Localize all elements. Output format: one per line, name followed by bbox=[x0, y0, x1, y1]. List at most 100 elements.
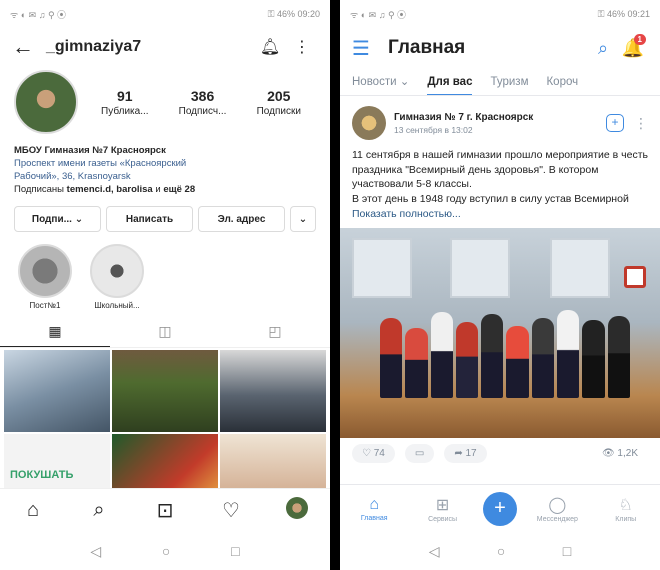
clips-icon: ♘ bbox=[618, 496, 633, 514]
system-navigation-bar: ◁ ○ □ bbox=[340, 532, 660, 570]
tab-short[interactable]: Короч bbox=[546, 68, 578, 95]
notifications-bell-icon[interactable]: 🔔 1 bbox=[618, 33, 648, 59]
photo-group-of-students bbox=[380, 308, 630, 398]
status-bar: ᯤ ◐ ✉ ♫ ⚲ ⦿ ⚿ 46% 09:21 bbox=[340, 0, 660, 28]
instagram-screen: ᯤ ◐ ✉ ♫ ⚲ ⦿ ⚿ 46% 09:20 ← _gimnaziya7 🔔︎… bbox=[0, 0, 330, 570]
feed-header: ☰ Главная ⌕ 🔔 1 bbox=[340, 28, 660, 68]
avatar[interactable] bbox=[352, 106, 386, 140]
recent-apps-icon[interactable]: □ bbox=[231, 543, 239, 559]
avatar bbox=[286, 496, 308, 519]
show-more-link[interactable]: Показать полностью... bbox=[340, 208, 660, 228]
stat-followers-label: Подписч... bbox=[178, 105, 227, 117]
highlight-cover bbox=[18, 244, 72, 298]
search-icon[interactable]: ⌕ bbox=[588, 38, 618, 59]
basketball-hoop bbox=[624, 266, 646, 288]
tab-grid-icon[interactable]: ▦ bbox=[0, 316, 110, 347]
recent-apps-icon[interactable]: □ bbox=[563, 543, 571, 559]
post-photo[interactable] bbox=[340, 228, 660, 438]
stat-following[interactable]: 205 Подписки bbox=[257, 88, 301, 117]
system-navigation-bar: ◁ ○ □ bbox=[0, 532, 330, 570]
post-author-block[interactable]: Гимназия № 7 г. Красноярск 13 сентября в… bbox=[386, 112, 606, 135]
bio-address-line-2[interactable]: Рабочий», 36, Krasnoyarsk bbox=[14, 170, 316, 183]
home-circle-icon[interactable]: ○ bbox=[497, 543, 505, 559]
profile-avatar[interactable] bbox=[14, 70, 78, 134]
heart-icon[interactable]: ♡ bbox=[211, 498, 251, 523]
posts-grid bbox=[0, 348, 330, 434]
tab-for-you[interactable]: Для вас bbox=[427, 68, 473, 95]
highlight-cover bbox=[90, 244, 144, 298]
bottom-navigation: ⌂ ⌕ ⊡ ♡ bbox=[0, 488, 330, 532]
back-triangle-icon[interactable]: ◁ bbox=[90, 543, 101, 560]
profile-stats: 91 Публика... 386 Подписч... 205 Подписк… bbox=[78, 88, 316, 117]
home-circle-icon[interactable]: ○ bbox=[162, 543, 170, 559]
tab-reels-icon[interactable]: ◫ bbox=[110, 316, 220, 347]
more-vertical-icon[interactable]: ⋮ bbox=[634, 115, 648, 132]
post-author: Гимназия № 7 г. Красноярск bbox=[394, 111, 534, 123]
nav-services-label: Сервисы bbox=[428, 515, 458, 523]
nav-home-label: Главная bbox=[360, 514, 388, 522]
bio-followed-by[interactable]: Подписаны temenci.d, barolisa и ещё 28 bbox=[14, 183, 316, 196]
screen-divider bbox=[330, 0, 340, 570]
nav-clips[interactable]: ♘ Клипы bbox=[598, 495, 654, 523]
follow-button[interactable]: Подпи... ⌄ bbox=[14, 206, 101, 232]
highlight-label: Пост№1 bbox=[29, 301, 61, 310]
bio-address-line-1[interactable]: Проспект имени газеты «Красноярский bbox=[14, 157, 316, 170]
search-icon[interactable]: ⌕ bbox=[79, 499, 119, 522]
reels-icon[interactable]: ⊡ bbox=[145, 498, 185, 523]
status-icons-right: ⚿ 46% 09:20 bbox=[267, 8, 320, 19]
profile-tab[interactable] bbox=[277, 496, 317, 525]
profile-username: _gimnaziya7 bbox=[46, 38, 142, 55]
menu-icon[interactable]: ☰ bbox=[352, 36, 382, 61]
home-icon[interactable]: ⌂ bbox=[13, 499, 53, 522]
profile-summary: 91 Публика... 386 Подписч... 205 Подписк… bbox=[0, 66, 330, 138]
comment-button[interactable]: ▭ bbox=[404, 443, 435, 463]
highlight-item[interactable]: Пост№1 bbox=[16, 244, 74, 310]
stat-following-count: 205 bbox=[267, 87, 291, 104]
post-header: Гимназия № 7 г. Красноярск 13 сентября в… bbox=[340, 96, 660, 146]
profile-bio: МБОУ Гимназия №7 Красноярск Проспект име… bbox=[0, 138, 330, 196]
photo-window bbox=[450, 238, 510, 298]
tab-tagged-icon[interactable]: ◰ bbox=[220, 316, 330, 347]
post-actions: ♡ 74 ▭ ➦ 17 👁 1,2K bbox=[340, 438, 660, 468]
feed-tabs: Новости ⌄ Для вас Туризм Короч bbox=[340, 68, 660, 96]
page-title: Главная bbox=[388, 37, 466, 58]
nav-messenger[interactable]: ◯ Мессенджер bbox=[529, 495, 585, 523]
nav-services[interactable]: ⊞ Сервисы bbox=[415, 495, 471, 523]
back-arrow-icon[interactable]: ← bbox=[12, 34, 40, 60]
subscribe-plus-icon[interactable]: + bbox=[606, 114, 624, 132]
nav-home[interactable]: ⌂ Главная bbox=[346, 496, 402, 522]
bell-icon[interactable]: 🔔︎ bbox=[254, 37, 286, 57]
photo-window bbox=[550, 238, 610, 298]
notification-badge: 1 bbox=[633, 33, 646, 45]
posts-grid-row-2: ПОКУШАТЬ bbox=[0, 434, 330, 516]
like-button[interactable]: ♡ 74 bbox=[352, 443, 395, 463]
highlight-label: Школьный... bbox=[94, 301, 140, 310]
post-caption-text: ПОКУШАТЬ bbox=[10, 469, 74, 481]
post-text: 11 сентября в нашей гимназии прошло меро… bbox=[340, 146, 660, 208]
home-icon: ⌂ bbox=[369, 495, 380, 513]
stat-posts-count: 91 bbox=[117, 87, 133, 104]
post-thumbnail[interactable] bbox=[112, 350, 218, 432]
bio-followed-prefix: Подписаны bbox=[14, 184, 65, 195]
back-triangle-icon[interactable]: ◁ bbox=[429, 543, 440, 560]
post-thumbnail[interactable] bbox=[4, 350, 110, 432]
email-button[interactable]: Эл. адрес bbox=[198, 206, 285, 232]
bio-followed-joiner: и bbox=[155, 184, 161, 195]
highlight-item[interactable]: Школьный... bbox=[88, 244, 146, 310]
tab-news[interactable]: Новости ⌄ bbox=[352, 68, 409, 95]
create-post-plus-icon[interactable]: + bbox=[482, 491, 517, 526]
tab-tourism[interactable]: Туризм bbox=[490, 68, 528, 95]
photo-window bbox=[352, 238, 412, 298]
share-button[interactable]: ➦ 17 bbox=[444, 443, 487, 463]
bio-name: МБОУ Гимназия №7 Красноярск bbox=[14, 145, 166, 156]
message-button[interactable]: Написать bbox=[106, 206, 193, 232]
post-date: 13 сентября в 13:02 bbox=[394, 124, 473, 135]
stat-posts[interactable]: 91 Публика... bbox=[101, 88, 149, 117]
stat-following-label: Подписки bbox=[256, 105, 301, 117]
post-text-paragraph-2: В этот день в 1948 году вступил в силу у… bbox=[352, 192, 629, 205]
stat-followers[interactable]: 386 Подписч... bbox=[179, 88, 227, 117]
more-vertical-icon[interactable]: ⋮ bbox=[286, 37, 318, 57]
bottom-navigation: ⌂ Главная ⊞ Сервисы + ◯ Мессенджер ♘ Кли… bbox=[340, 484, 660, 532]
post-thumbnail[interactable] bbox=[220, 350, 326, 432]
suggestions-button[interactable]: ⌄ bbox=[290, 206, 316, 232]
